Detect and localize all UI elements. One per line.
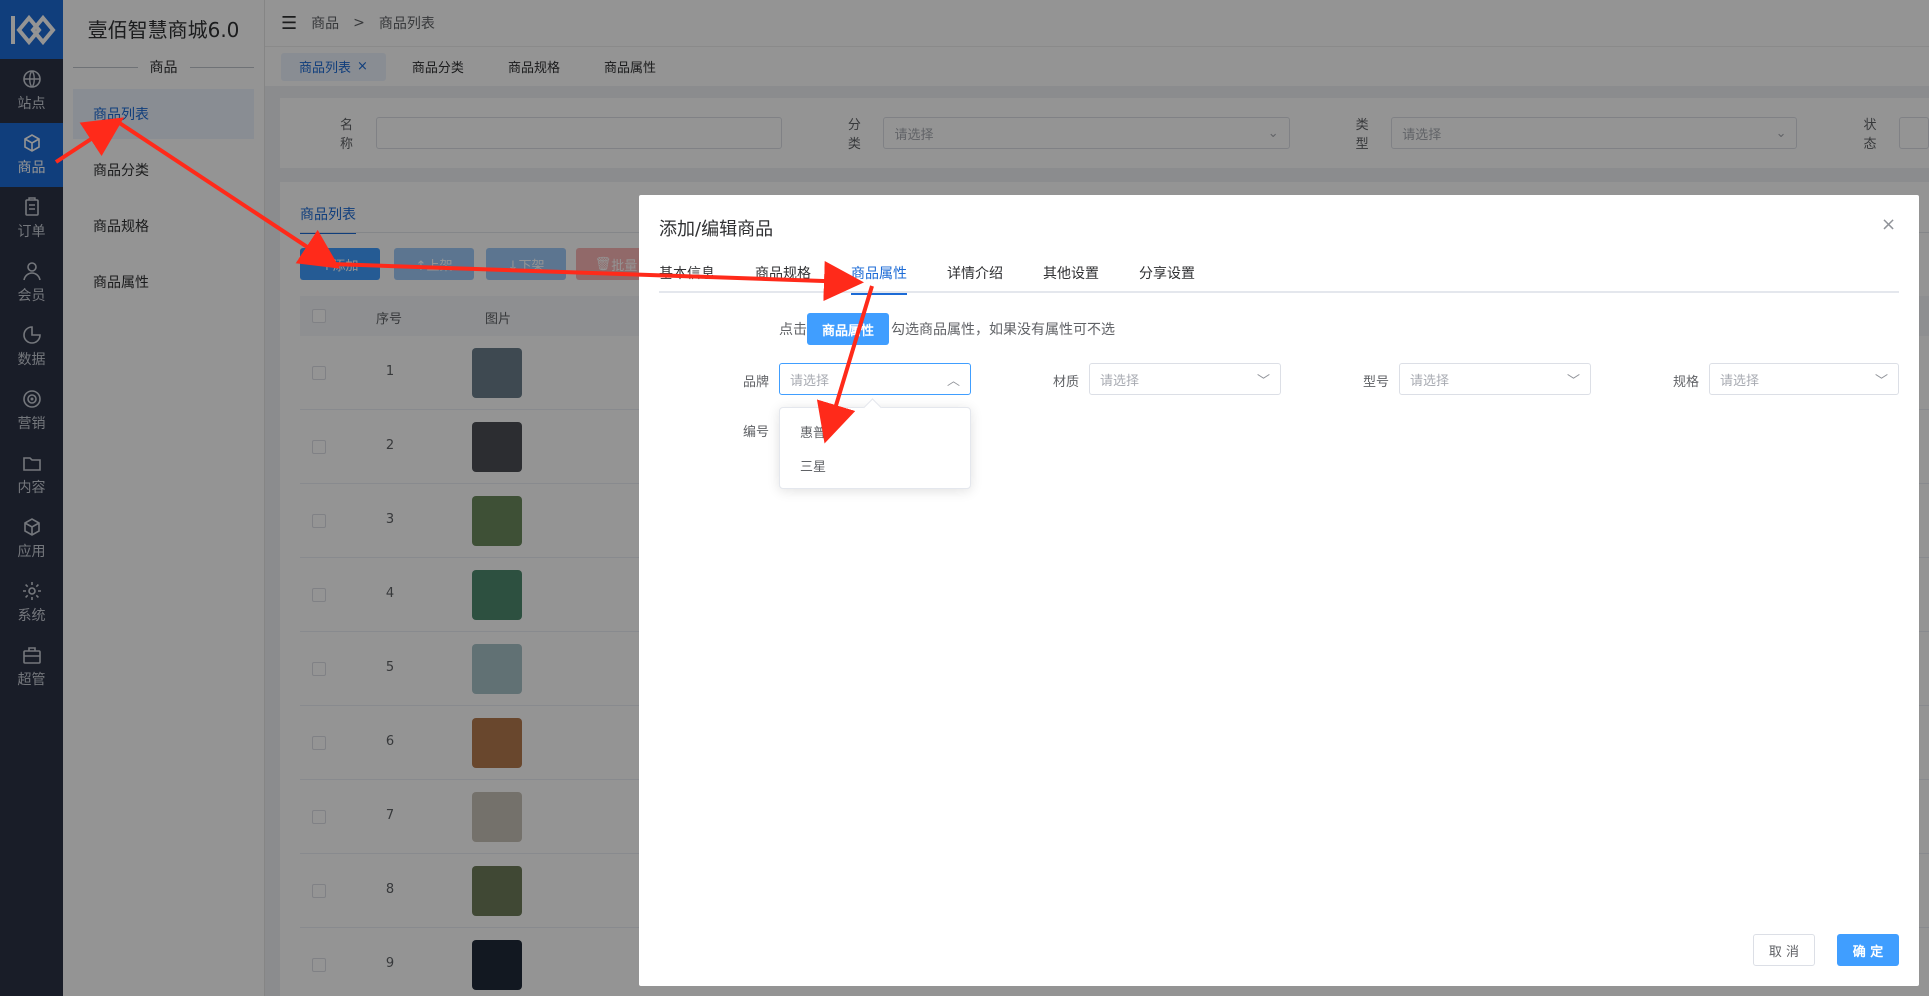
brand-label: 品牌: [743, 375, 770, 390]
model-label: 型号: [1363, 375, 1390, 390]
material-label: 材质: [1053, 375, 1080, 390]
material-select[interactable]: 请选择 ﹀: [1089, 363, 1281, 395]
attributes-hint: 点击 商品属性 勾选商品属性，如果没有属性可不选: [779, 313, 1115, 345]
edit-goods-dialog: 添加/编辑商品 × 基本信息 商品规格 商品属性 详情介绍 其他设置 分享设置 …: [639, 195, 1919, 986]
chevron-down-icon: ﹀: [1566, 373, 1580, 389]
brand-select[interactable]: 请选择 ︿: [779, 363, 971, 395]
chevron-down-icon: ﹀: [1256, 373, 1270, 389]
spec-label: 规格: [1673, 375, 1700, 390]
tab-spec[interactable]: 商品规格: [755, 263, 811, 283]
brand-option[interactable]: 三星: [780, 448, 970, 482]
tab-share[interactable]: 分享设置: [1139, 263, 1195, 283]
tab-attributes[interactable]: 商品属性: [851, 263, 907, 295]
spec-select[interactable]: 请选择 ﹀: [1709, 363, 1899, 395]
close-icon[interactable]: ×: [1881, 216, 1897, 234]
tab-detail[interactable]: 详情介绍: [947, 263, 1003, 283]
tab-other[interactable]: 其他设置: [1043, 263, 1099, 283]
code-label: 编号: [743, 425, 770, 440]
chevron-down-icon: ﹀: [1874, 373, 1888, 389]
confirm-button[interactable]: 确 定: [1837, 934, 1899, 966]
brand-option[interactable]: 惠普: [780, 414, 970, 448]
goods-attributes-button[interactable]: 商品属性: [807, 313, 890, 345]
tab-basic-info[interactable]: 基本信息: [659, 263, 715, 283]
cancel-button[interactable]: 取 消: [1753, 934, 1815, 966]
model-select[interactable]: 请选择 ﹀: [1399, 363, 1591, 395]
brand-dropdown: 惠普 三星: [779, 407, 971, 489]
chevron-up-icon: ︿: [946, 373, 960, 389]
dialog-tabs: 基本信息 商品规格 商品属性 详情介绍 其他设置 分享设置: [659, 255, 1899, 295]
dialog-title: 添加/编辑商品: [659, 219, 774, 240]
